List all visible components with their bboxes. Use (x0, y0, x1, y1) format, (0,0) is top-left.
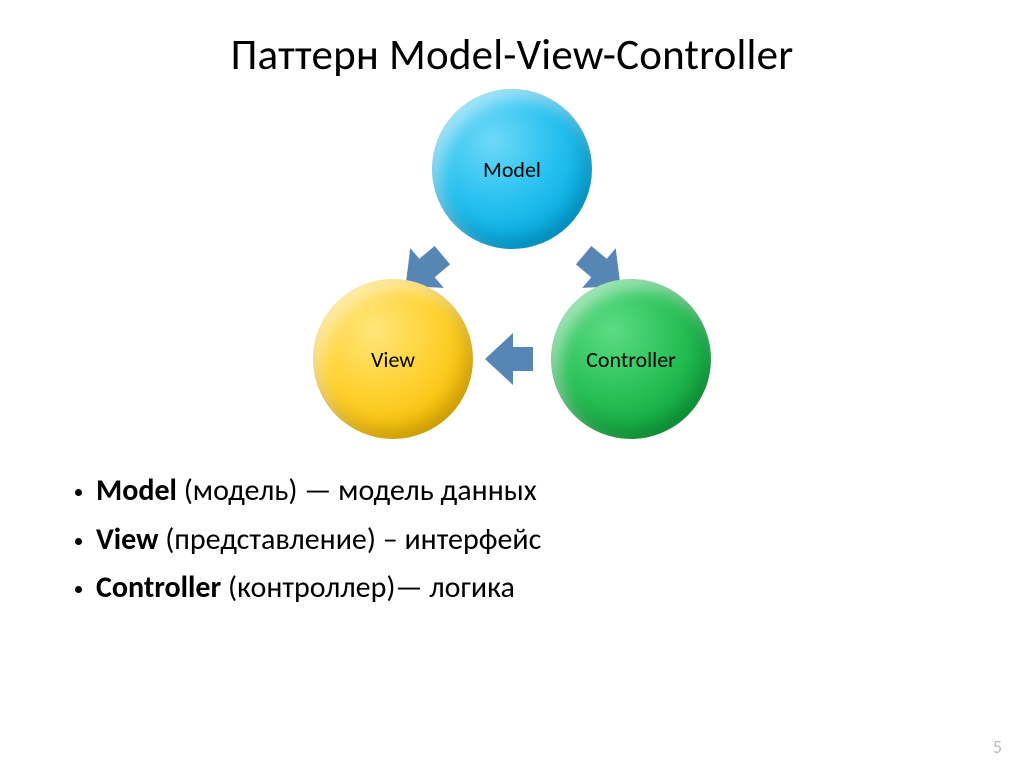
node-controller-label: Controller (586, 346, 676, 373)
bullet-item: Model (модель) — модель данных (96, 467, 962, 516)
bullet-list: Model (модель) — модель данных View (пре… (62, 467, 962, 613)
node-view: View (313, 279, 473, 439)
arrow-controller-to-view (481, 329, 545, 389)
node-view-label: View (371, 346, 415, 373)
bullet-term: Model (96, 472, 177, 509)
mvc-diagram: Model View Controller (252, 83, 772, 443)
bullet-item: Controller (контроллер)— логика (96, 564, 962, 613)
node-model-label: Model (483, 156, 541, 183)
node-model: Model (432, 89, 592, 249)
bullet-desc: (контроллер)— логика (221, 569, 515, 606)
bullet-item: View (представление) – интерфейс (96, 516, 962, 565)
slide-title: Паттерн Model-View-Controller (62, 28, 962, 81)
node-controller: Controller (551, 279, 711, 439)
page-number: 5 (993, 736, 1002, 758)
bullet-term: Controller (96, 569, 221, 606)
bullet-desc: (модель) — модель данных (177, 472, 537, 509)
slide: Паттерн Model-View-Controller Model View (0, 0, 1024, 768)
bullet-desc: (представление) – интерфейс (158, 521, 541, 558)
bullet-term: View (96, 521, 158, 558)
